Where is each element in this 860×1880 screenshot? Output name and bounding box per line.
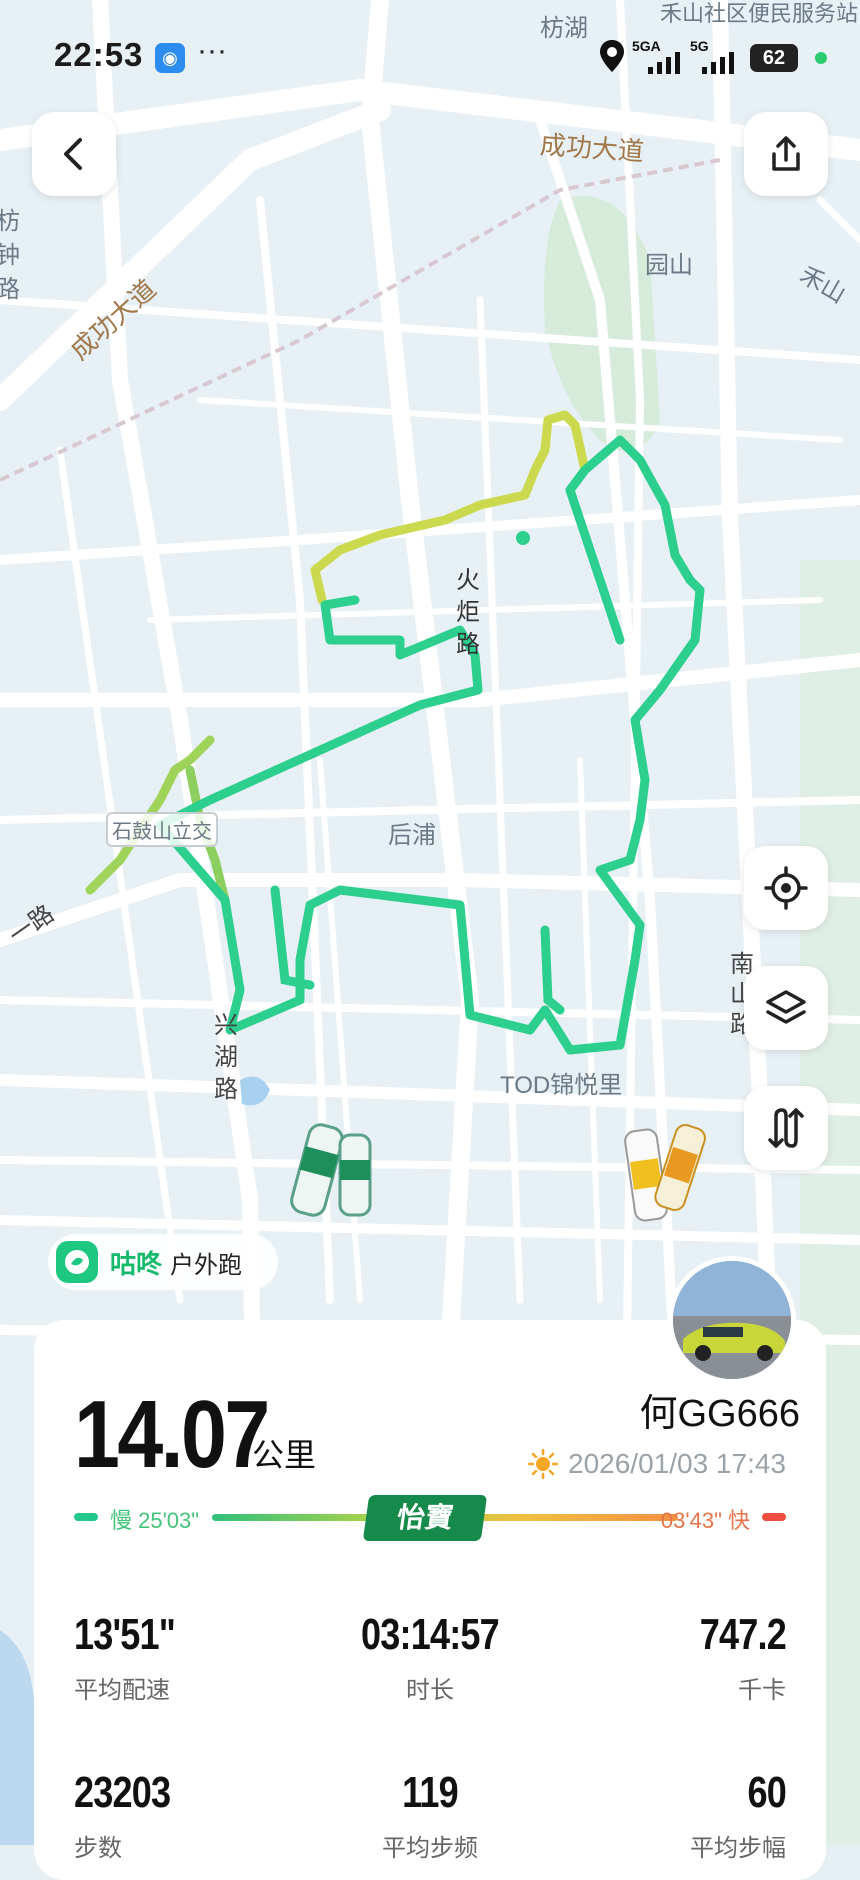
stat-label: 平均步幅: [690, 1835, 786, 1862]
stat-steps: 23203 步数: [74, 1768, 191, 1863]
fastest-pace: 03'43" 快: [660, 1508, 750, 1533]
stat-value: 60: [747, 1768, 786, 1817]
stat-stride: 60 平均步幅: [586, 1768, 787, 1863]
locate-icon: [764, 866, 808, 910]
road-label-chenggong-east: 成功大道: [538, 129, 645, 167]
date-row: 2026/01/03 17:43: [528, 1448, 786, 1480]
map-label-houpu: 后浦: [388, 822, 436, 849]
map-label-huoju: 火炬路: [456, 567, 480, 658]
status-bar: 22:53 ◉ ··· 5GA 5G 62: [0, 0, 860, 110]
activity-type: 户外跑: [170, 1251, 243, 1279]
route-style-button[interactable]: [744, 1086, 828, 1170]
map-layers-button[interactable]: [744, 966, 828, 1050]
stat-duration: 03:14:57 时长: [330, 1610, 530, 1705]
brand-name: 咕咚: [110, 1248, 163, 1279]
username: 何GG666: [639, 1393, 800, 1435]
charging-dot-icon: [815, 52, 827, 64]
stat-label: 千卡: [738, 1677, 786, 1704]
battery-icon: 62: [750, 44, 798, 72]
stat-value: 119: [402, 1768, 459, 1817]
brand-pill: 咕咚 户外跑: [48, 1234, 278, 1290]
slow-dot: [74, 1513, 98, 1521]
map-label-shijiao: 石鼓山立交: [106, 812, 218, 847]
signal-icon-2: [702, 52, 734, 74]
sun-icon: [528, 1449, 559, 1479]
stat-cadence: 119 平均步频: [330, 1768, 530, 1863]
stat-label: 时长: [406, 1677, 454, 1704]
share-button[interactable]: [744, 112, 828, 196]
map-label-yuanshan: 园山: [645, 252, 693, 279]
map-label-tod: TOD锦悦里: [500, 1072, 623, 1099]
route-toggle-icon: [768, 1108, 804, 1148]
sponsor-logo: 怡寶: [362, 1495, 488, 1541]
stat-value: 03:14:57: [361, 1610, 500, 1659]
map-label-xinghu: 兴湖路: [214, 1012, 238, 1103]
stat-calories: 747.2 千卡: [586, 1610, 787, 1705]
locate-button[interactable]: [744, 846, 828, 930]
avatar[interactable]: [668, 1256, 796, 1384]
chevron-left-icon: [64, 138, 82, 170]
stat-value: 23203: [74, 1768, 171, 1817]
notification-app-icon: ◉: [155, 43, 185, 73]
fast-dot: [762, 1513, 786, 1521]
more-notifications-icon: ···: [197, 34, 227, 67]
signal-icon-1: [648, 52, 680, 74]
stat-label: 平均配速: [74, 1677, 170, 1704]
activity-datetime: 2026/01/03 17:43: [568, 1448, 786, 1479]
pace-bar: 慢 25'03" 怡寶 03'43" 快: [74, 1495, 786, 1541]
stat-avg-pace: 13'51" 平均配速: [74, 1610, 197, 1705]
slowest-pace: 慢 25'03": [110, 1508, 200, 1533]
codoon-logo-icon: [56, 1241, 98, 1283]
stat-value: 747.2: [699, 1610, 787, 1659]
stat-label: 步数: [74, 1835, 122, 1862]
status-time: 22:53: [54, 36, 144, 73]
share-icon: [772, 136, 800, 171]
stat-value: 13'51": [74, 1610, 176, 1659]
stat-label: 平均步频: [382, 1835, 478, 1862]
location-icon: [600, 40, 624, 72]
map-label-fangzhong: 枋钟路: [0, 208, 20, 303]
distance-value: 14.07: [74, 1381, 270, 1488]
layers-icon: [766, 990, 806, 1024]
distance-unit: 公里: [252, 1437, 317, 1473]
back-button[interactable]: [32, 112, 116, 196]
